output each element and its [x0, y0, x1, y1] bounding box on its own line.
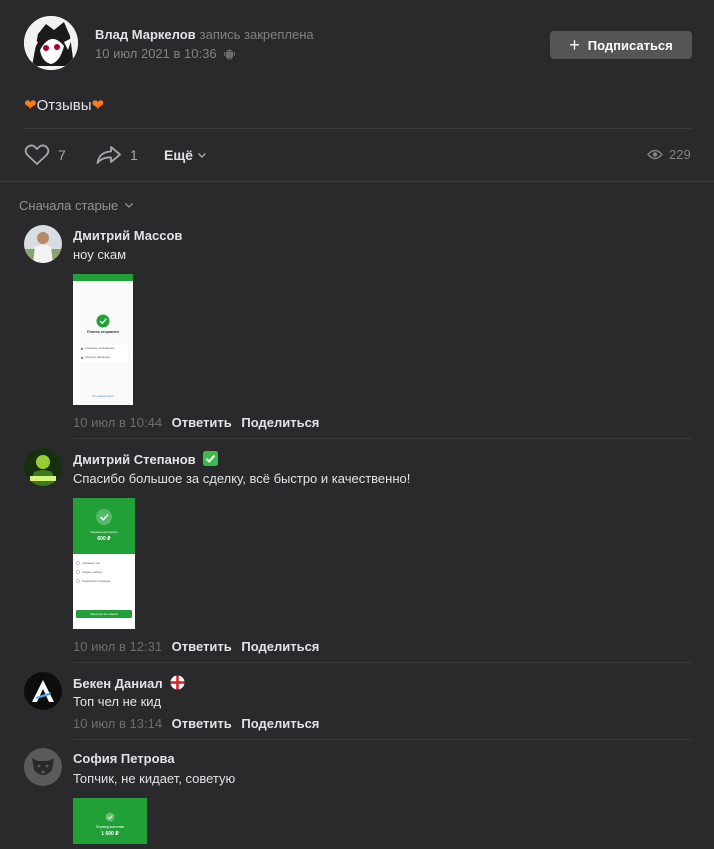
sort-label: Сначала старые [19, 198, 119, 213]
logo-a-avatar-icon [24, 672, 62, 710]
reply-button[interactable]: Ответить [172, 639, 232, 654]
attachment-text: Платеж отправлен [86, 330, 120, 334]
chevron-down-icon [124, 203, 133, 208]
transfer-receipt-screenshot [73, 798, 147, 844]
commenter-avatar[interactable] [24, 448, 62, 486]
attachment-text: На главный экран [92, 395, 114, 398]
comment-photo-attachment[interactable]: Перевод выполнен 1 600 ₽ [73, 798, 147, 844]
share-comment-button[interactable]: Поделиться [241, 716, 319, 731]
views-count: 229 [669, 147, 691, 162]
share-comment-button[interactable]: Поделиться [241, 639, 319, 654]
commenter-name[interactable]: Дмитрий Степанов [73, 451, 219, 467]
subscribe-label: Подписаться [587, 37, 673, 53]
heart-outline-icon [24, 144, 50, 165]
subscribe-button[interactable]: + Подписаться [550, 31, 692, 59]
comment-divider [73, 739, 691, 740]
comment-divider [73, 438, 691, 439]
plus-icon: + [569, 35, 580, 55]
like-button[interactable]: 7 [24, 144, 66, 166]
england-flag-icon [170, 675, 185, 690]
share-comment-button[interactable]: Поделиться [241, 415, 319, 430]
post-text-content: Отзывы [36, 97, 92, 114]
like-count: 7 [58, 147, 66, 163]
pinned-status: запись закреплена [199, 27, 314, 42]
author-name-text[interactable]: Влад Маркелов [95, 27, 196, 42]
eye-icon [647, 149, 663, 160]
views-counter: 229 [647, 147, 691, 162]
reply-button[interactable]: Ответить [172, 716, 232, 731]
comment-time[interactable]: 10 июл в 12:31 [73, 639, 162, 654]
check-mark-emoji-icon [203, 451, 219, 466]
commenter-name[interactable]: Дмитрий Массов [73, 228, 182, 243]
person-photo-icon [24, 225, 62, 263]
commenter-avatar[interactable] [24, 672, 62, 710]
commenter-name-text[interactable]: Бекен Даниал [73, 676, 163, 691]
commenter-name[interactable]: София Петрова [73, 751, 175, 766]
author-name[interactable]: Влад Маркелов запись закреплена [95, 27, 314, 42]
orange-heart-icon: ❤ [24, 97, 37, 114]
comment-text: Топ чел не кид [73, 694, 162, 709]
default-dog-avatar-icon [24, 748, 62, 786]
comment-photo-attachment[interactable]: Перевод доставлен 600 ₽ Сохранить чек Со… [73, 498, 135, 629]
post-header: Влад Маркелов запись закреплена 10 июл 20… [0, 0, 714, 90]
gamer-avatar-icon [24, 448, 62, 486]
commenter-name-text[interactable]: Дмитрий Степанов [73, 452, 196, 467]
share-button[interactable]: 1 [96, 144, 138, 166]
post-date[interactable]: 10 июл 2021 в 10:36 [95, 46, 236, 61]
comment-text: Топчик, не кидает, советую [73, 771, 236, 786]
comment-time[interactable]: 10 июл в 10:44 [73, 415, 162, 430]
chevron-down-icon [197, 153, 206, 158]
comment-meta: 10 июл в 10:44 Ответить Поделиться [73, 415, 319, 430]
commenter-avatar[interactable] [24, 225, 62, 263]
attachment-text: Получить квитанцию [85, 355, 110, 359]
attachment-text: Создать шаблон [82, 570, 102, 574]
attachment-text: Сохранить изображение [85, 346, 115, 350]
attachment-text: Сохранить чек [82, 561, 100, 565]
divider [24, 128, 691, 129]
anime-avatar-icon [24, 16, 78, 70]
comment-meta: 10 июл в 13:14 Ответить Поделиться [73, 716, 319, 731]
share-arrow-icon [96, 146, 121, 164]
author-avatar[interactable] [24, 16, 78, 70]
post-text: ❤Отзывы❤ [24, 96, 104, 114]
attachment-text: 600 ₽ [97, 536, 111, 542]
share-count: 1 [130, 147, 138, 163]
attachment-text: Перевод выполнен [95, 825, 125, 829]
orange-heart-icon: ❤ [91, 97, 105, 114]
reply-button[interactable]: Ответить [172, 415, 232, 430]
divider [0, 181, 714, 182]
attachment-text: 1 600 ₽ [101, 831, 119, 837]
commenter-avatar[interactable] [24, 748, 62, 786]
android-icon [224, 49, 236, 60]
comment-text: Спасибо большое за сделку, всё быстро и … [73, 471, 411, 486]
comment-text: ноу скам [73, 247, 127, 262]
attachment-text: Вернуться на главный [90, 612, 118, 616]
attachment-text: Подробности операции [82, 579, 111, 583]
comment-meta: 10 июл в 12:31 Ответить Поделиться [73, 639, 319, 654]
post-date-text[interactable]: 10 июл 2021 в 10:36 [95, 46, 217, 61]
comments-sort-dropdown[interactable]: Сначала старые [19, 198, 134, 213]
comment-photo-attachment[interactable]: Платеж отправлен Сохранить изображение П… [73, 274, 133, 405]
payment-receipt-screenshot [73, 274, 133, 405]
commenter-name[interactable]: Бекен Даниал [73, 675, 185, 691]
comment-divider [73, 662, 691, 663]
more-button[interactable]: Ещё [164, 144, 207, 166]
attachment-text: Перевод доставлен [90, 530, 118, 534]
more-label: Ещё [164, 147, 193, 163]
comment-time[interactable]: 10 июл в 13:14 [73, 716, 162, 731]
